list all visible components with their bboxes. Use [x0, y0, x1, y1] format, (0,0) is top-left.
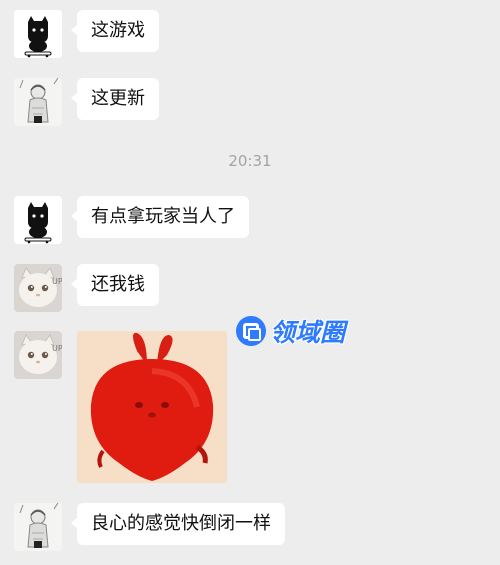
svg-text:UP: UP	[52, 277, 62, 286]
message-text: 有点拿玩家当人了	[91, 206, 235, 227]
chat-timestamp: 20:31	[228, 152, 272, 170]
red-bunny-sticker[interactable]	[77, 331, 227, 483]
message-bubble[interactable]: 还我钱	[71, 264, 159, 306]
svg-text:UP: UP	[52, 344, 62, 353]
black-cat-avatar[interactable]	[14, 196, 62, 244]
sketch-girl-avatar[interactable]	[14, 78, 62, 126]
white-cat-avatar[interactable]: UP	[14, 264, 62, 312]
watermark-text: 领域圈	[270, 318, 346, 347]
watermark: 领域圈	[236, 314, 345, 348]
message-text: 这更新	[91, 88, 145, 109]
message-text: 良心的感觉快倒闭一样	[91, 513, 271, 534]
message-bubble[interactable]: 这更新	[71, 78, 159, 120]
sketch-girl-avatar[interactable]	[14, 503, 62, 551]
message-bubble[interactable]: 有点拿玩家当人了	[71, 196, 249, 238]
message-text: 还我钱	[91, 274, 145, 295]
message-bubble[interactable]: 良心的感觉快倒闭一样	[71, 503, 285, 545]
message-text: 这游戏	[91, 20, 145, 41]
message-bubble[interactable]: 这游戏	[71, 10, 159, 52]
white-cat-avatar[interactable]: UP	[14, 331, 62, 379]
watermark-logo-icon	[236, 316, 266, 346]
black-cat-avatar[interactable]	[14, 10, 62, 58]
